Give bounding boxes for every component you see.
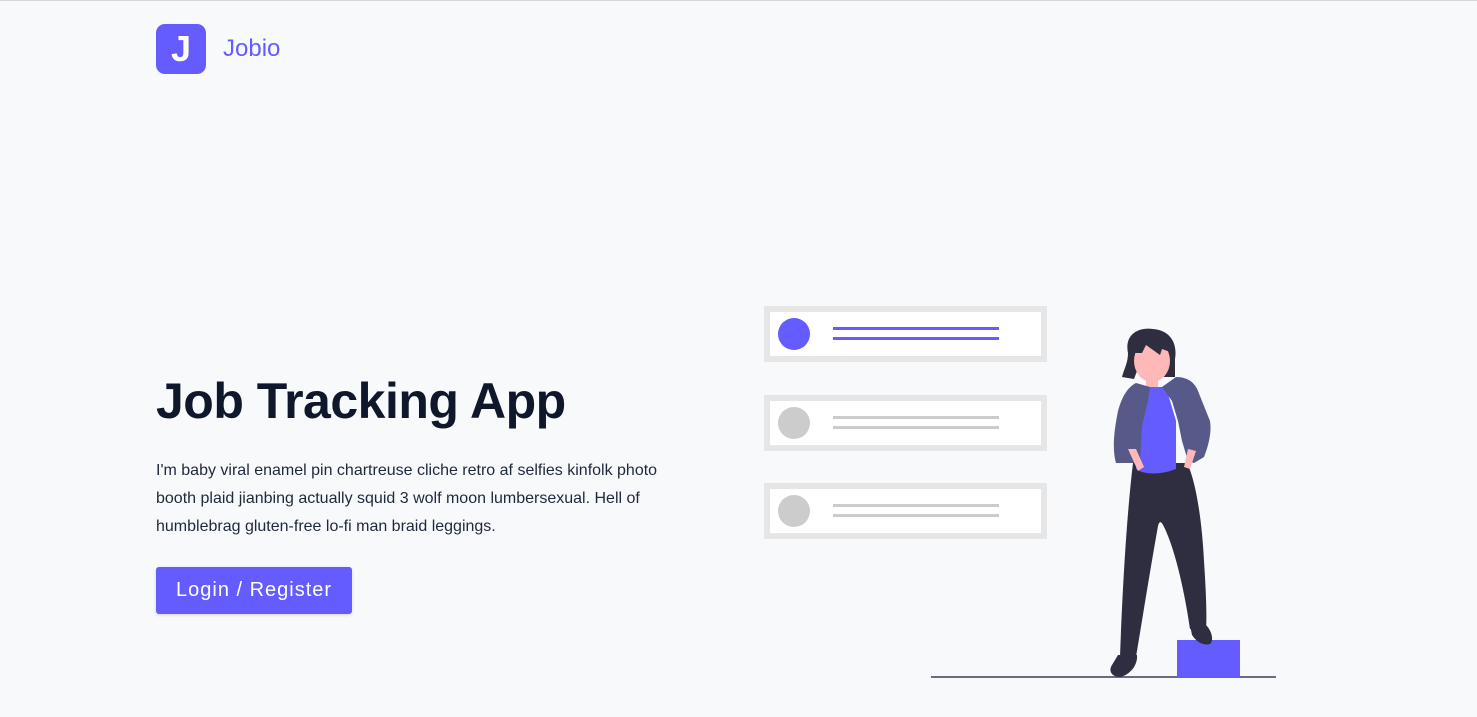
box-icon (1177, 640, 1240, 677)
text-line (833, 416, 999, 419)
text-line (833, 504, 999, 507)
text-line (833, 327, 999, 330)
status-dot-icon (778, 318, 810, 350)
job-card (764, 395, 1047, 451)
person-figure (1110, 328, 1213, 677)
text-line (833, 514, 999, 517)
text-line (833, 426, 999, 429)
status-dot-icon (778, 407, 810, 439)
job-tracking-illustration (764, 306, 1276, 678)
status-dot-icon (778, 495, 810, 527)
text-line (833, 337, 999, 340)
left-shoe (1110, 655, 1138, 677)
job-card (764, 483, 1047, 539)
job-card-active (764, 306, 1047, 362)
